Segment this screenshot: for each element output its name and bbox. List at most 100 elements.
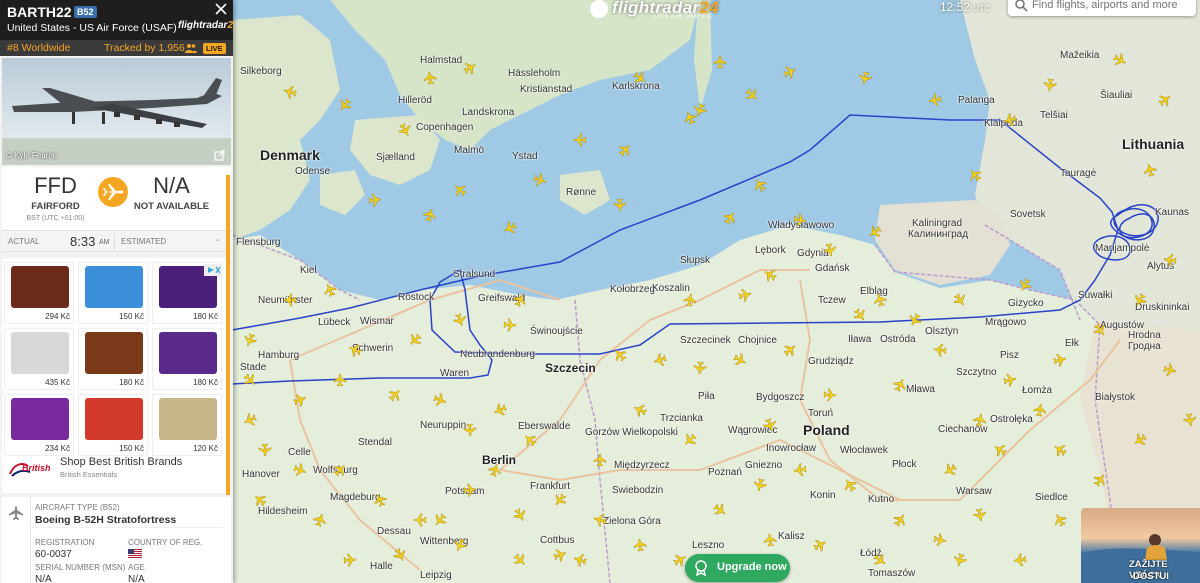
aircraft-marker-icon[interactable] — [762, 532, 777, 547]
aircraft-marker-icon[interactable] — [932, 532, 949, 549]
aircraft-marker-icon[interactable] — [823, 388, 838, 403]
actual-ampm: AM — [99, 239, 110, 246]
aircraft-marker-icon[interactable] — [682, 292, 698, 308]
map-label-sjaelland: Sjælland — [376, 152, 415, 163]
map-label-pisz: Pisz — [1000, 350, 1019, 361]
actual-time: 8:33 — [70, 234, 96, 249]
aircraft-marker-icon[interactable] — [713, 55, 727, 69]
origin-code[interactable]: FFD — [2, 173, 109, 199]
us-flag-icon — [128, 549, 142, 558]
ad-logo-text: British — [22, 463, 51, 473]
aircraft-marker-icon[interactable] — [932, 342, 948, 358]
advertisement[interactable]: 294 Kč 150 Kč 180 Kč 435 Kč 180 Kč 180 Kč 234 … — [2, 258, 226, 493]
ad-product-tile[interactable]: 150 Kč — [78, 262, 148, 324]
panel-header: BARTH22 B52 United States - US Air Force… — [0, 0, 233, 40]
aircraft-marker-icon[interactable] — [258, 443, 272, 457]
map-label-olsztyn: Olsztyn — [925, 326, 959, 337]
product-price: 234 Kč — [45, 444, 70, 453]
aircraft-marker-icon[interactable] — [972, 412, 988, 428]
map-label-leipzig: Leipzig — [420, 570, 452, 581]
ad-title[interactable]: Shop Best British Brands — [60, 456, 182, 468]
ad-product-tile[interactable]: 435 Kč — [4, 328, 74, 390]
map-label-poland: Poland — [803, 422, 850, 438]
country-label: COUNTRY OF REG. — [128, 538, 203, 547]
aircraft-marker-icon[interactable] — [1162, 252, 1178, 268]
ad-product-tile[interactable]: 150 Kč — [78, 394, 148, 456]
registration: 60-0037 — [35, 549, 72, 560]
msn: N/A — [35, 574, 52, 583]
map-label-hrodna-by: Гродна — [1128, 341, 1161, 352]
ad-choices-icon[interactable] — [204, 264, 222, 276]
map-label-kalisz: Kalisz — [778, 531, 805, 542]
aircraft-marker-icon[interactable] — [283, 293, 297, 307]
map-label-tomaszow: Tomaszów — [868, 568, 916, 579]
origin-city: FAIRFORD — [31, 201, 80, 212]
aircraft-marker-icon[interactable] — [927, 92, 943, 108]
search-box[interactable] — [1008, 0, 1196, 16]
aircraft-marker-icon[interactable] — [413, 513, 427, 527]
aircraft-marker-icon[interactable] — [792, 212, 808, 228]
aircraft-photo[interactable] — [2, 58, 231, 165]
upgrade-button[interactable]: Upgrade now — [685, 554, 790, 582]
aircraft-marker-icon[interactable] — [822, 242, 839, 259]
aircraft-marker-icon[interactable] — [1032, 402, 1048, 418]
product-image — [159, 332, 217, 374]
product-image — [159, 398, 217, 440]
close-icon[interactable] — [214, 2, 228, 16]
aircraft-marker-icon[interactable] — [692, 360, 707, 375]
map-label-chojnice: Chojnice — [738, 335, 777, 346]
aircraft-marker-icon[interactable] — [422, 70, 438, 86]
search-input[interactable] — [1032, 0, 1192, 14]
aircraft-marker-icon[interactable] — [367, 192, 382, 207]
aircraft-marker-icon[interactable] — [573, 133, 587, 147]
aircraft-marker-icon[interactable] — [503, 318, 518, 333]
b52-photo-icon — [2, 78, 231, 165]
aircraft-type-label: AIRCRAFT TYPE (B52) — [35, 503, 120, 512]
map-label-neubrandenburg: Neubrandenburg — [460, 349, 536, 360]
ad-product-tile[interactable]: 180 Kč — [78, 328, 148, 390]
aircraft-marker-icon[interactable] — [1182, 412, 1198, 428]
external-link-icon[interactable] — [214, 150, 225, 161]
aircraft-marker-icon[interactable] — [343, 553, 358, 568]
map-label-lubeck: Lübeck — [318, 317, 351, 328]
corner-advertisement[interactable]: ZAŽIJTE VZÁCN DOSTUI — [1081, 508, 1200, 583]
map-label-siauliai: Šiauliai — [1100, 90, 1133, 101]
ad-product-tile[interactable]: 120 Kč — [152, 394, 222, 456]
map-label-szczecinek: Szczecinek — [680, 335, 731, 346]
map-label-miedzyrzecz: Międzyrzecz — [614, 460, 670, 471]
map-label-gniezno: Gniezno — [745, 460, 783, 471]
aircraft-marker-icon[interactable] — [792, 462, 808, 478]
tracked-count: Tracked by 1,956 — [104, 42, 185, 54]
ad-product-tile[interactable]: 294 Kč — [4, 262, 74, 324]
aircraft-marker-icon[interactable] — [1012, 552, 1028, 568]
ad-product-tile[interactable]: 234 Kč — [4, 394, 74, 456]
flight-info-panel: BARTH22 B52 United States - US Air Force… — [0, 0, 233, 583]
map-label-pila: Piła — [698, 391, 715, 402]
aircraft-marker-icon[interactable] — [333, 373, 347, 387]
aircraft-marker-icon[interactable] — [632, 537, 648, 553]
panel-brand-num: 24 — [227, 20, 233, 31]
ad-brand-logo: British — [8, 460, 54, 478]
map-label-stade: Stade — [240, 362, 267, 373]
map-label-palanga: Palanga — [958, 95, 995, 106]
aircraft-marker-icon[interactable] — [593, 453, 607, 467]
scrollbar[interactable] — [226, 175, 230, 495]
aircraft-marker-icon[interactable] — [972, 507, 988, 523]
aircraft-marker-icon[interactable] — [613, 198, 628, 213]
aircraft-marker-icon[interactable] — [1002, 372, 1019, 389]
estimated-value: - — [216, 235, 220, 246]
aircraft-icon — [9, 506, 23, 520]
aircraft-marker-icon[interactable] — [1042, 77, 1057, 92]
age-label: AGE — [128, 563, 145, 572]
map-label-denmark: Denmark — [260, 147, 320, 163]
aircraft-marker-icon[interactable] — [462, 482, 477, 497]
map-label-swinoujscie: Świnoujście — [530, 326, 583, 337]
product-price: 180 Kč — [119, 378, 144, 387]
product-price: 294 Kč — [45, 312, 70, 321]
map-label-hildesheim: Hildesheim — [258, 506, 308, 517]
map-label-bialystok: Białystok — [1095, 392, 1136, 403]
map-label-trzcianka: Trzcianka — [660, 413, 703, 424]
fr24-logo[interactable]: flightradar24 LIVE AIR TRAFFIC — [590, 0, 740, 20]
aircraft-marker-icon[interactable] — [463, 423, 478, 438]
ad-product-tile[interactable]: 180 Kč — [152, 328, 222, 390]
